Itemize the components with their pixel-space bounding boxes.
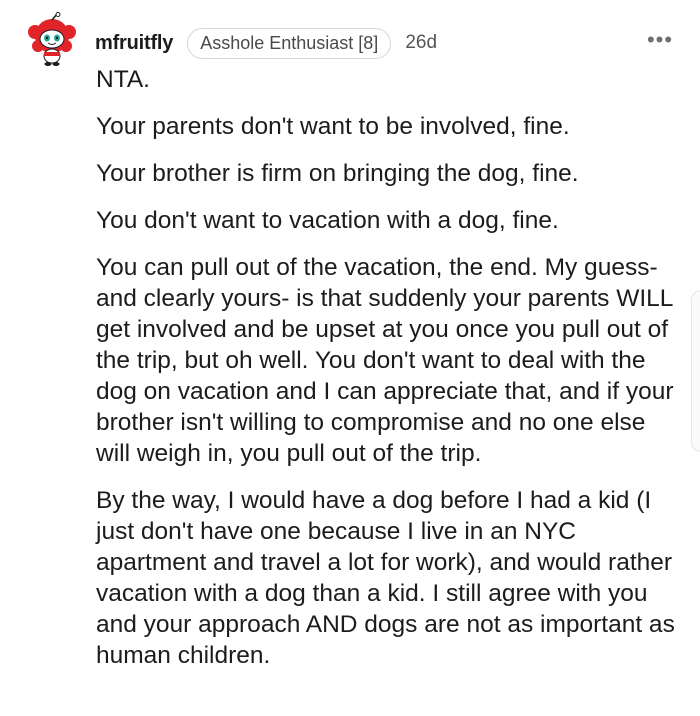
scroll-handle[interactable] (691, 290, 700, 452)
comment-body: NTA. Your parents don't want to be invol… (96, 64, 676, 687)
more-options-icon[interactable]: ••• (645, 29, 675, 51)
comment: mfruitfly Asshole Enthusiast [8] 26d •••… (0, 0, 700, 716)
comment-paragraph: Your parents don't want to be involved, … (96, 113, 570, 140)
comment-paragraph: You don't want to vacation with a dog, f… (96, 207, 559, 234)
username[interactable]: mfruitfly (95, 32, 173, 55)
comment-paragraph: You can pull out of the vacation, the en… (96, 254, 674, 467)
comment-age: 26d (405, 32, 438, 53)
snoo-avatar-icon (28, 12, 76, 66)
comment-paragraph: NTA. (96, 66, 150, 93)
comment-paragraph: Your brother is firm on bringing the dog… (96, 160, 579, 187)
comment-header: mfruitfly Asshole Enthusiast [8] 26d (95, 27, 438, 59)
user-avatar[interactable] (24, 12, 80, 68)
user-flair: Asshole Enthusiast [8] (187, 27, 392, 59)
comment-paragraph: By the way, I would have a dog before I … (96, 487, 675, 669)
